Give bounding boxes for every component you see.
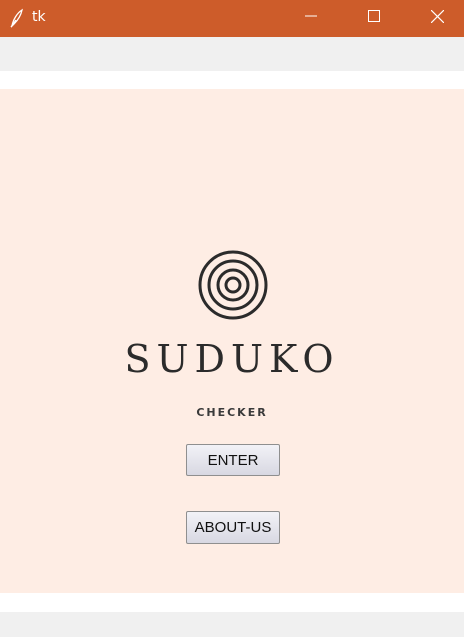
maximize-button[interactable]: [351, 0, 397, 32]
logo-title: SUDUKO: [124, 337, 340, 381]
enter-button[interactable]: ENTER: [186, 444, 280, 476]
concentric-rings-icon: [198, 250, 268, 320]
about-us-button[interactable]: ABOUT-US: [186, 511, 280, 544]
feather-icon: [9, 8, 25, 28]
close-icon: [430, 9, 444, 23]
close-button[interactable]: [414, 0, 460, 32]
window-title: tk: [32, 9, 46, 25]
top-frame-white: [0, 71, 464, 89]
logo-subtitle: CHECKER: [196, 406, 268, 419]
maximize-icon: [368, 10, 380, 22]
bottom-frame-white: [0, 593, 464, 612]
bottom-frame-gray: [0, 612, 464, 637]
top-frame-gray: [0, 37, 464, 71]
minimize-icon: [305, 15, 317, 17]
minimize-button[interactable]: [288, 0, 334, 32]
title-bar[interactable]: tk: [0, 0, 464, 37]
